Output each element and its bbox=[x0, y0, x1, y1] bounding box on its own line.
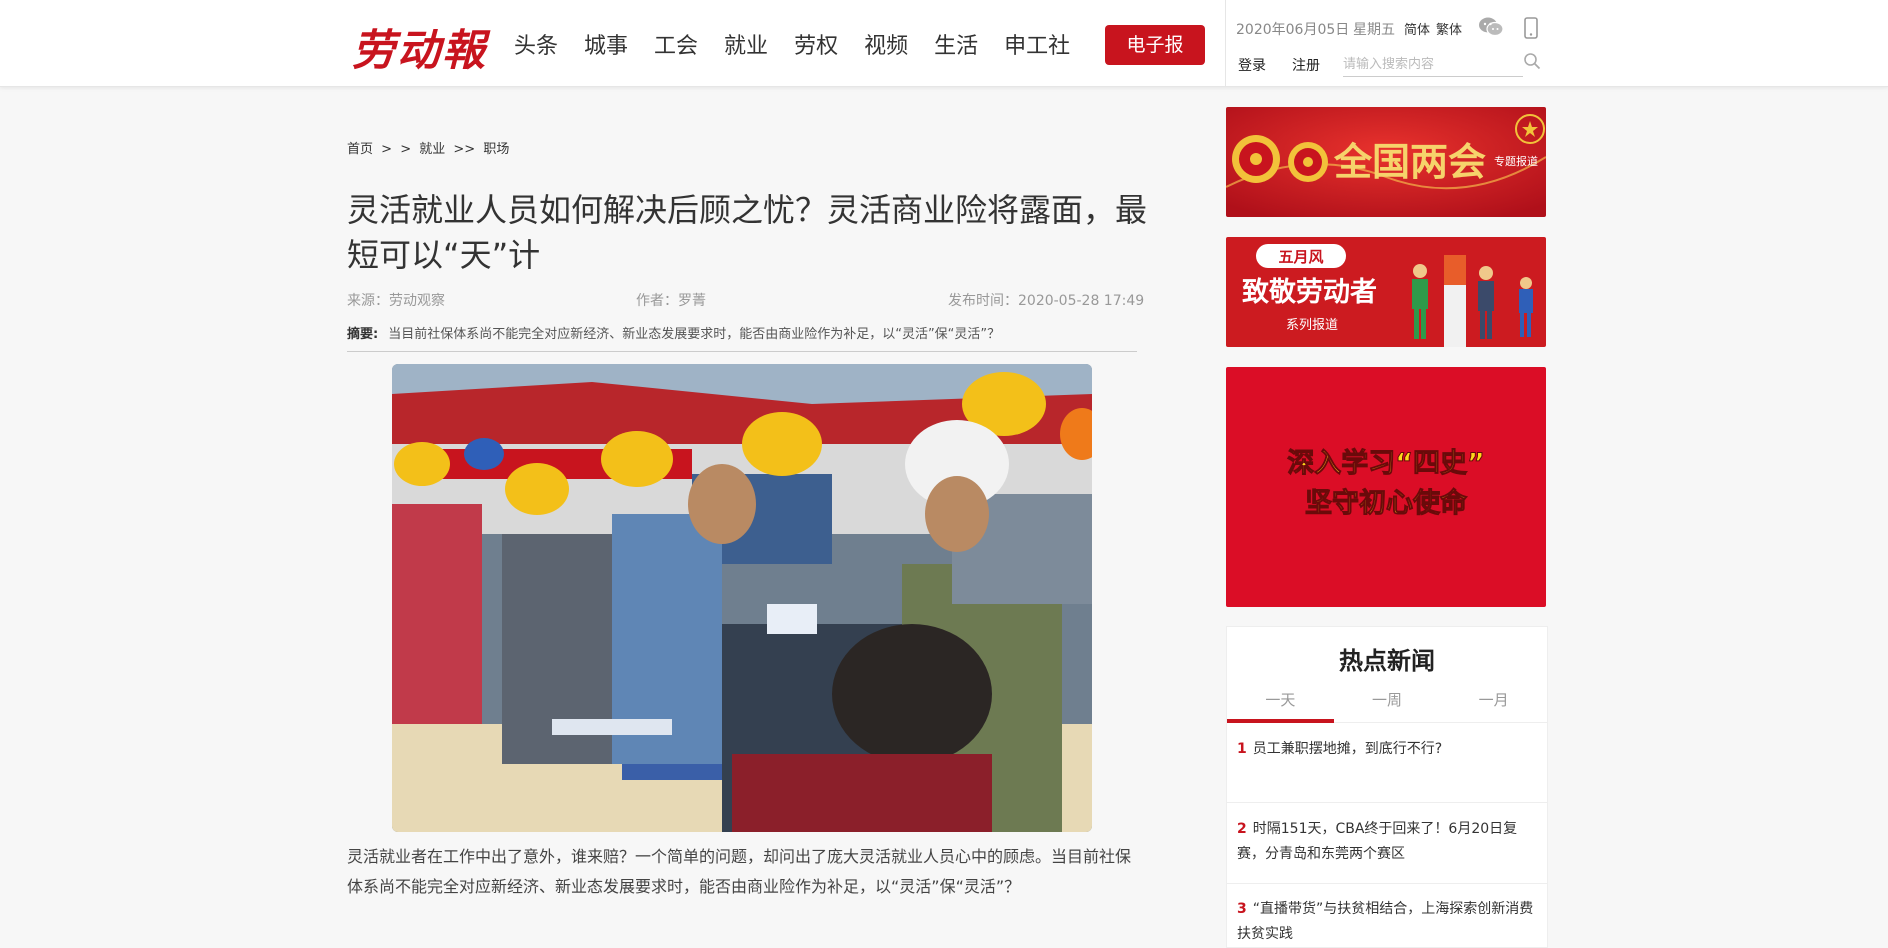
nav-item-gonghui[interactable]: 工会 bbox=[654, 28, 698, 60]
site-logo[interactable]: 劳动報 bbox=[352, 16, 487, 78]
header-divider bbox=[1225, 0, 1226, 86]
two-sessions-banner-graphic: 全国两会 专题报道 bbox=[1226, 107, 1546, 217]
nav-item-toutiao[interactable]: 头条 bbox=[514, 28, 558, 60]
main-nav: 头条 城事 工会 就业 劳权 视频 生活 申工社 bbox=[514, 28, 1096, 60]
breadcrumb-separator: > bbox=[381, 142, 393, 157]
tab-one-month[interactable]: 一月 bbox=[1440, 689, 1547, 719]
nav-item-shengongshe[interactable]: 申工社 bbox=[1004, 28, 1070, 60]
banner1-tag: 专题报道 bbox=[1494, 154, 1538, 168]
hot-news-headline[interactable]: 员工兼职摆地摊，到底行不行? bbox=[1253, 741, 1442, 757]
hot-news-item[interactable]: 2 时隔151天，CBA终于回来了！6月20日复赛，分青岛和东莞两个赛区 bbox=[1237, 817, 1537, 867]
list-divider bbox=[1227, 883, 1547, 884]
banner3-line1: 深入学习“四史” bbox=[1287, 447, 1485, 479]
banner2-tag: 五月风 bbox=[1278, 248, 1323, 266]
breadcrumb: 首页 > > 就业 >> 职场 bbox=[347, 138, 513, 157]
article-source: 来源：劳动观察 bbox=[347, 293, 445, 309]
salute-workers-banner-graphic: 五月风 致敬劳动者 系列报道 bbox=[1226, 237, 1546, 347]
current-weekday: 星期五 bbox=[1353, 22, 1395, 38]
breadcrumb-subsection[interactable]: 职场 bbox=[483, 142, 509, 157]
nav-item-shenghuo[interactable]: 生活 bbox=[934, 28, 978, 60]
summary-label: 摘要: bbox=[347, 327, 379, 342]
active-tab-indicator bbox=[1227, 719, 1334, 723]
banner-salute-workers[interactable]: 五月风 致敬劳动者 系列报道 bbox=[1226, 237, 1546, 347]
hot-news-title: 热点新闻 bbox=[1339, 646, 1435, 675]
search-input[interactable] bbox=[1343, 52, 1523, 77]
hot-news-panel: 热点新闻 一天 一周 一月 1 员工兼职摆地摊，到底行不行? 2 时隔151天，CB… bbox=[1226, 626, 1548, 948]
mobile-icon[interactable] bbox=[1524, 17, 1538, 39]
article-title: 灵活就业人员如何解决后顾之忧？灵活商业险将露面，最短可以“天”计 bbox=[347, 191, 1148, 274]
lang-simplified-link[interactable]: 简体 bbox=[1404, 19, 1430, 38]
article-author: 作者：罗菁 bbox=[636, 293, 706, 309]
banner2-main: 致敬劳动者 bbox=[1242, 276, 1377, 308]
hot-news-tabs: 一天 一周 一月 bbox=[1227, 689, 1547, 719]
nav-item-jiuye[interactable]: 就业 bbox=[724, 28, 768, 60]
wechat-icon[interactable] bbox=[1478, 16, 1504, 38]
banner-two-sessions[interactable]: 全国两会 专题报道 bbox=[1226, 107, 1546, 217]
top-bar: 劳动報 头条 城事 工会 就业 劳权 视频 生活 申工社 电子报 2020年06… bbox=[0, 0, 1888, 87]
current-date: 2020年06月05日 bbox=[1236, 22, 1350, 38]
register-link[interactable]: 注册 bbox=[1292, 55, 1320, 75]
banner1-main: 全国两会 bbox=[1333, 139, 1486, 184]
hot-news-item[interactable]: 1 员工兼职摆地摊，到底行不行? bbox=[1237, 737, 1537, 762]
search-icon[interactable] bbox=[1523, 52, 1541, 70]
breadcrumb-separator: > bbox=[400, 142, 412, 157]
breadcrumb-home[interactable]: 首页 bbox=[347, 142, 373, 157]
banner-four-histories[interactable]: 深入学习“四史” 坚守初心使命 bbox=[1226, 367, 1546, 607]
summary-divider bbox=[347, 351, 1137, 352]
article-publish-time: 发布时间：2020-05-28 17:49 bbox=[948, 293, 1145, 309]
banner2-sub: 系列报道 bbox=[1286, 318, 1338, 333]
article-summary: 摘要: 当目前社保体系尚不能完全对应新经济、新业态发展要求时，能否由商业险作为补足… bbox=[347, 323, 1137, 342]
tab-one-week[interactable]: 一周 bbox=[1334, 689, 1441, 719]
banner3-line2: 坚守初心使命 bbox=[1305, 487, 1468, 519]
lang-traditional-link[interactable]: 繁体 bbox=[1436, 19, 1462, 38]
hot-news-headline[interactable]: “直播带货”与扶贫相结合，上海探索创新消费扶贫实践 bbox=[1237, 901, 1533, 942]
hot-news-rank: 1 bbox=[1237, 741, 1247, 757]
nav-item-chengshi[interactable]: 城事 bbox=[584, 28, 628, 60]
hot-news-item[interactable]: 3 “直播带货”与扶贫相结合，上海探索创新消费扶贫实践 bbox=[1237, 897, 1537, 947]
nav-item-laoquan[interactable]: 劳权 bbox=[794, 28, 838, 60]
list-divider bbox=[1227, 802, 1547, 803]
summary-text: 当目前社保体系尚不能完全对应新经济、新业态发展要求时，能否由商业险作为补足，以“… bbox=[388, 327, 1001, 342]
breadcrumb-separator: >> bbox=[453, 142, 476, 157]
hot-news-rank: 2 bbox=[1237, 821, 1247, 837]
hot-news-headline[interactable]: 时隔151天，CBA终于回来了！6月20日复赛，分青岛和东莞两个赛区 bbox=[1237, 821, 1517, 862]
epaper-button[interactable]: 电子报 bbox=[1105, 25, 1205, 65]
article-photo bbox=[392, 364, 1092, 832]
breadcrumb-section[interactable]: 就业 bbox=[419, 142, 445, 157]
hot-news-rank: 3 bbox=[1237, 901, 1247, 917]
article-body-paragraph: 灵活就业者在工作中出了意外，谁来赔？一个简单的问题，却问出了庞大灵活就业人员心中… bbox=[347, 847, 1132, 896]
four-histories-banner-graphic: 深入学习“四史” 坚守初心使命 bbox=[1226, 367, 1546, 607]
nav-item-shipin[interactable]: 视频 bbox=[864, 28, 908, 60]
tab-one-day[interactable]: 一天 bbox=[1227, 689, 1334, 719]
login-link[interactable]: 登录 bbox=[1238, 55, 1266, 75]
